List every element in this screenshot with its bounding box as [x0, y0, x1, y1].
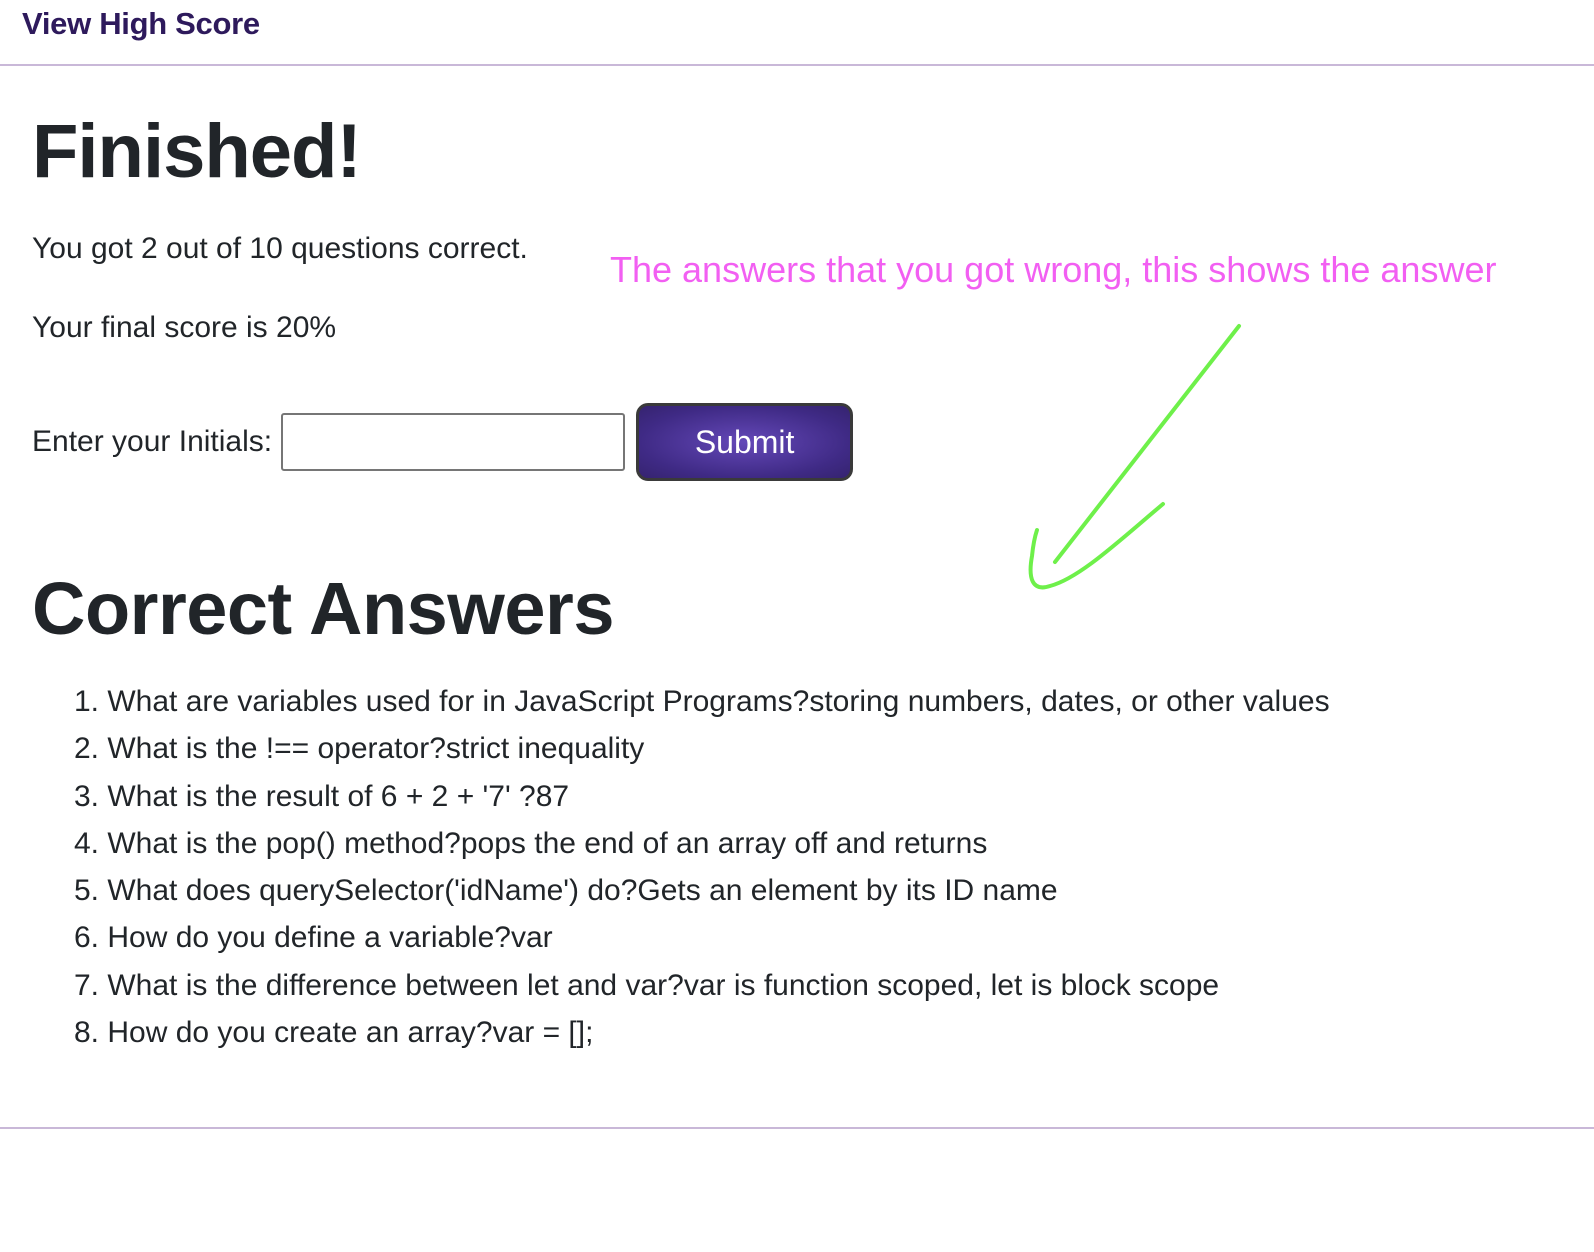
view-high-score-link[interactable]: View High Score [22, 6, 260, 42]
submit-button[interactable]: Submit [636, 403, 854, 481]
initials-label: Enter your Initials: [32, 425, 273, 458]
annotation-arrow-icon [1028, 324, 1241, 590]
correct-answers-heading: Correct Answers [32, 567, 614, 650]
quiz-results-page: View High Score Finished! You got 2 out … [0, 0, 1594, 1252]
answer-item: 7. What is the difference between let an… [74, 968, 1220, 1002]
correct-count-text: You got 2 out of 10 questions correct. [32, 232, 528, 265]
answer-item: 3. What is the result of 6 + 2 + '7' ?87 [74, 779, 570, 813]
finished-heading: Finished! [32, 109, 362, 194]
correct-answers-list: 1. What are variables used for in JavaSc… [74, 683, 1330, 1061]
initials-form: Enter your Initials: Submit [32, 403, 854, 481]
bottom-divider [0, 1127, 1594, 1129]
answer-item: 1. What are variables used for in JavaSc… [74, 685, 1330, 718]
initials-input[interactable] [281, 413, 626, 471]
answer-item: 6. How do you define a variable?var [74, 921, 553, 955]
answer-item: 8. How do you create an array?var = []; [74, 1016, 594, 1050]
answer-item: 2. What is the !== operator?strict inequ… [74, 732, 645, 766]
annotation-note: The answers that you got wrong, this sho… [610, 249, 1497, 290]
top-nav-bar: View High Score [0, 0, 1594, 66]
answer-item: 5. What does querySelector('idName') do?… [74, 874, 1058, 908]
answer-item: 4. What is the pop() method?pops the end… [74, 826, 988, 860]
final-score-text: Your final score is 20% [32, 311, 337, 344]
